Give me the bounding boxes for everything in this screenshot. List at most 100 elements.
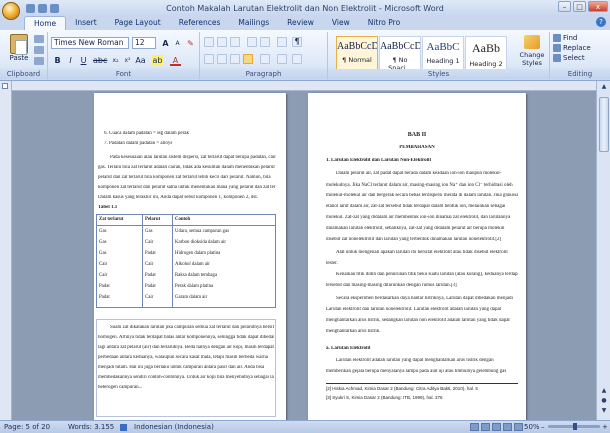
horizontal-ruler[interactable]: [12, 81, 596, 91]
bullets-icon[interactable]: [204, 37, 214, 47]
full-screen-icon[interactable]: [481, 423, 490, 431]
clear-format-icon[interactable]: ✎: [185, 38, 196, 49]
zoom-slider-handle[interactable]: [573, 423, 577, 430]
change-styles-button[interactable]: Change Styles: [517, 35, 547, 67]
select-button[interactable]: Select: [553, 53, 609, 63]
tab-references[interactable]: References: [170, 16, 230, 30]
minimize-button[interactable]: –: [558, 1, 571, 12]
tab-mailings[interactable]: Mailings: [229, 16, 278, 30]
table-cell: Cair: [145, 295, 154, 300]
decrease-indent-icon[interactable]: [247, 37, 257, 47]
text-line: etanol larut dalam air, zat-zat tersebut…: [326, 204, 506, 209]
sort-icon[interactable]: [277, 37, 287, 47]
numbering-icon[interactable]: [217, 37, 227, 47]
table-cell: Padat: [145, 251, 156, 256]
styles-label: Styles: [328, 69, 549, 79]
text-line: molekulnya. Jika NaCl terlarut dalam air…: [326, 183, 513, 188]
font-group: Times New Roman 12 A A ✎ B I U abc x₂ x²…: [48, 32, 200, 79]
style-name: Heading 1: [426, 57, 460, 65]
align-center-icon[interactable]: [217, 54, 227, 64]
vertical-scrollbar[interactable]: ▲ ▲ ● ▼: [596, 81, 610, 420]
font-name-select[interactable]: Times New Roman: [51, 37, 129, 49]
maximize-button[interactable]: □: [573, 1, 586, 12]
highlight-icon[interactable]: ab: [152, 55, 163, 66]
underline-button[interactable]: U: [78, 55, 89, 66]
tab-selector-icon[interactable]: [2, 83, 8, 89]
zoom-level[interactable]: 50%: [524, 421, 540, 433]
tab-page-layout[interactable]: Page Layout: [106, 16, 170, 30]
replace-button[interactable]: Replace: [553, 43, 609, 53]
web-layout-icon[interactable]: [492, 423, 501, 431]
footnote-separator: [326, 383, 518, 384]
align-left-icon[interactable]: [204, 54, 214, 64]
show-marks-icon[interactable]: ¶: [292, 37, 302, 47]
font-size-select[interactable]: 12: [132, 37, 156, 49]
table-cell: Hidrogen dalam platina: [175, 251, 221, 256]
zoom-out-button[interactable]: –: [541, 421, 545, 433]
browse-object-icon[interactable]: ●: [599, 397, 609, 406]
justify-icon[interactable]: [243, 54, 253, 64]
copy-icon[interactable]: [34, 46, 44, 54]
shading-icon[interactable]: [277, 54, 287, 64]
tab-review[interactable]: Review: [278, 16, 323, 30]
style-heading-2[interactable]: AaBb Heading 2: [465, 36, 507, 70]
multilevel-list-icon[interactable]: [230, 37, 240, 47]
change-case-button[interactable]: Aa: [135, 55, 146, 66]
format-painter-icon[interactable]: [34, 57, 44, 65]
tab-nitro-pro[interactable]: Nitro Pro: [359, 16, 409, 30]
subscript-button[interactable]: x₂: [110, 55, 121, 66]
close-button[interactable]: x: [588, 1, 608, 12]
section-heading: 1. Larutan Elektrolit dan Larutan Non-El…: [326, 158, 432, 163]
language-indicator[interactable]: Indonesian (Indonesia): [134, 421, 214, 433]
text-line: Suatu zat dikatakan larutan jika campura…: [110, 325, 274, 330]
list-item: 7. Padatan dalam padatan = alloys: [104, 141, 173, 146]
table-header: Zat terlarut: [99, 217, 124, 222]
align-right-icon[interactable]: [230, 54, 240, 64]
font-color-button[interactable]: A: [170, 55, 181, 66]
document-area[interactable]: 6. Cuaca dalam padatan = Hg dalam perak …: [0, 81, 610, 420]
tab-insert[interactable]: Insert: [66, 16, 106, 30]
print-layout-icon[interactable]: [470, 423, 479, 431]
style-normal[interactable]: AaBbCcDc ¶ Normal: [336, 36, 378, 70]
paste-button[interactable]: Paste: [6, 34, 32, 62]
italic-button[interactable]: I: [65, 55, 76, 66]
bold-button[interactable]: B: [52, 55, 63, 66]
shrink-font-button[interactable]: A: [172, 38, 183, 49]
borders-icon[interactable]: [292, 54, 302, 64]
table-cell: Cair: [99, 273, 108, 278]
tab-view[interactable]: View: [323, 16, 359, 30]
draft-icon[interactable]: [514, 423, 523, 431]
paragraph-label: Paragraph: [200, 69, 327, 79]
chapter-heading: BAB II: [407, 132, 427, 138]
line-spacing-icon[interactable]: [260, 54, 270, 64]
office-button-icon[interactable]: [2, 2, 20, 20]
table-cell: Perak dalam platina: [175, 284, 214, 289]
page-left[interactable]: 6. Cuaca dalam padatan = Hg dalam perak …: [94, 93, 286, 420]
page-right[interactable]: BAB II PEMBAHASAN 1. Larutan Elektrolit …: [308, 93, 526, 420]
table-cell: Karbon dioksida dalam air: [175, 240, 227, 245]
proofing-icon[interactable]: [120, 424, 127, 431]
help-icon[interactable]: ?: [596, 17, 606, 27]
grow-font-button[interactable]: A: [160, 38, 171, 49]
scroll-up-icon[interactable]: ▲: [599, 83, 609, 92]
strikethrough-button[interactable]: abc: [93, 55, 107, 66]
table-cell: Padat: [99, 295, 110, 300]
style-no-spacing[interactable]: AaBbCcDc ¶ No Spaci...: [379, 36, 421, 72]
find-button[interactable]: Find: [553, 33, 609, 43]
increase-indent-icon[interactable]: [260, 37, 270, 47]
cut-icon[interactable]: [34, 35, 44, 43]
prev-page-icon[interactable]: ▲: [599, 387, 609, 396]
select-icon: [553, 54, 561, 62]
superscript-button[interactable]: x²: [122, 55, 133, 66]
page-count[interactable]: Page: 5 of 20: [4, 421, 50, 433]
outline-icon[interactable]: [503, 423, 512, 431]
scroll-thumb[interactable]: [599, 97, 609, 152]
next-page-icon[interactable]: ▼: [599, 407, 609, 416]
zoom-in-button[interactable]: +: [602, 421, 608, 433]
table-cell: Padat: [145, 273, 156, 278]
style-heading-1[interactable]: AaBbC Heading 1: [422, 36, 464, 70]
vertical-ruler[interactable]: [0, 81, 12, 420]
text-line: gas. Terlalu bila zat terlarut adalah ca…: [98, 165, 276, 170]
word-count[interactable]: Words: 3.155: [68, 421, 114, 433]
tab-home[interactable]: Home: [24, 16, 67, 30]
